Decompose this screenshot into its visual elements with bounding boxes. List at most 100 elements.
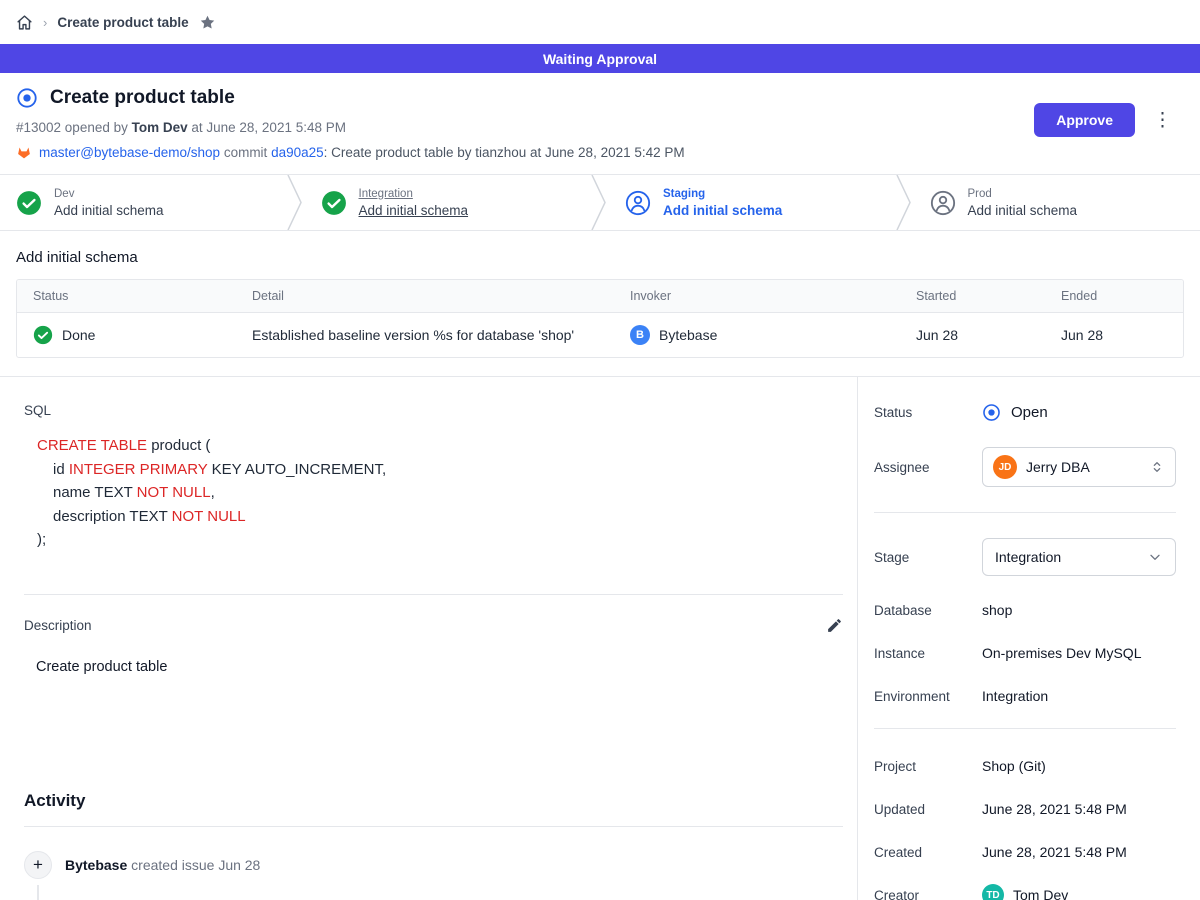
more-options-icon[interactable]: ⋮: [1149, 109, 1176, 132]
creator-value: TD Tom Dev: [982, 884, 1068, 900]
updated-value: June 28, 2021 5:48 PM: [982, 801, 1127, 817]
edit-pencil-icon[interactable]: [826, 617, 843, 634]
approve-button[interactable]: Approve: [1034, 103, 1135, 137]
open-status-icon: [982, 403, 1001, 422]
stage-label: Stage: [874, 550, 982, 565]
stage-integration[interactable]: Integration Add initial schema: [305, 175, 592, 230]
left-column: SQL CREATE TABLE product ( id INTEGER PR…: [0, 377, 857, 900]
approval-banner: Waiting Approval: [0, 44, 1200, 73]
instance-label: Instance: [874, 646, 982, 661]
divider: [874, 512, 1176, 513]
updated-label: Updated: [874, 802, 982, 817]
creator-name: Tom Dev: [1013, 887, 1068, 900]
invoker-name: Bytebase: [659, 327, 717, 343]
ended-cell: Jun 28: [1045, 315, 1183, 355]
main-content: SQL CREATE TABLE product ( id INTEGER PR…: [0, 376, 1200, 900]
project-value: Shop (Git): [982, 758, 1046, 774]
stage-task: Add initial schema: [663, 203, 782, 218]
breadcrumb-current[interactable]: Create product table: [57, 15, 188, 30]
stage-dev[interactable]: Dev Add initial schema: [0, 175, 287, 230]
activity-item: + Bytebase created issue Jun 28: [24, 851, 843, 879]
sql-label: SQL: [24, 403, 843, 418]
status-cell: Done: [17, 313, 236, 357]
chevron-right-icon: ›: [43, 15, 47, 30]
stage-task: Add initial schema: [54, 203, 164, 218]
check-circle-icon: [33, 325, 53, 345]
issue-author: Tom Dev: [132, 120, 188, 135]
task-table: Status Detail Invoker Started Ended Done…: [16, 279, 1184, 358]
task-heading: Add initial schema: [16, 249, 1184, 266]
status-value: Open: [982, 403, 1048, 422]
issue-sidebar: Status Open Assignee JD Jerry DBA: [857, 377, 1200, 900]
assignee-name: Jerry DBA: [1026, 459, 1090, 475]
task-section: Add initial schema Status Detail Invoker…: [0, 231, 1200, 376]
stage-name: Dev: [54, 188, 164, 200]
favorite-star-icon[interactable]: [199, 14, 216, 31]
stage-prod[interactable]: Prod Add initial schema: [914, 175, 1200, 230]
issue-meta: #13002 opened by Tom Dev at June 28, 202…: [16, 120, 1184, 135]
issue-opened-at: at June 28, 2021 5:48 PM: [188, 120, 346, 135]
check-circle-icon: [321, 190, 347, 216]
table-header-row: Status Detail Invoker Started Ended: [17, 280, 1183, 313]
detail-cell: Established baseline version %s for data…: [236, 315, 614, 355]
created-value: June 28, 2021 5:48 PM: [982, 844, 1127, 860]
started-cell: Jun 28: [900, 315, 1045, 355]
col-status: Status: [17, 280, 236, 312]
issue-open-icon: [16, 87, 38, 109]
divider: [24, 594, 843, 595]
stage-selected-value: Integration: [995, 549, 1061, 565]
activity-actor: Bytebase: [65, 857, 127, 873]
col-ended: Ended: [1045, 280, 1183, 312]
timeline-connector: [37, 885, 39, 900]
col-detail: Detail: [236, 280, 614, 312]
sql-code-block: CREATE TABLE product ( id INTEGER PRIMAR…: [37, 434, 843, 552]
plus-icon: +: [24, 851, 52, 879]
invoker-cell: B Bytebase: [614, 313, 900, 357]
bytebase-avatar: B: [630, 325, 650, 345]
col-started: Started: [900, 280, 1045, 312]
activity-heading: Activity: [24, 791, 843, 811]
col-invoker: Invoker: [614, 280, 900, 312]
commit-hash-link[interactable]: da90a25: [271, 145, 324, 160]
app-root: › Create product table Waiting Approval …: [0, 0, 1200, 900]
selector-updown-icon: [1149, 459, 1165, 475]
issue-id: #13002 opened by: [16, 120, 132, 135]
stage-name: Staging: [663, 188, 782, 200]
creator-avatar: TD: [982, 884, 1004, 900]
pipeline-stages: Dev Add initial schema Integration Add i…: [0, 174, 1200, 231]
home-icon[interactable]: [16, 14, 33, 31]
description-label: Description: [24, 618, 92, 633]
stage-staging[interactable]: Staging Add initial schema: [609, 175, 896, 230]
chevron-down-icon: [1147, 549, 1163, 565]
creator-label: Creator: [874, 888, 982, 900]
status-text: Done: [62, 327, 95, 343]
instance-value: On-premises Dev MySQL: [982, 645, 1141, 661]
breadcrumb: › Create product table: [0, 0, 1200, 44]
stage-separator-icon: [896, 175, 914, 230]
assignee-dropdown[interactable]: JD Jerry DBA: [982, 447, 1176, 487]
gitlab-icon: [16, 144, 32, 160]
check-circle-icon: [16, 190, 42, 216]
stage-separator-icon: [287, 175, 305, 230]
environment-value: Integration: [982, 688, 1048, 704]
assignee-avatar: JD: [993, 455, 1017, 479]
table-row: Done Established baseline version %s for…: [17, 313, 1183, 357]
user-circle-icon: [930, 190, 956, 216]
database-label: Database: [874, 603, 982, 618]
stage-select[interactable]: Integration: [982, 538, 1176, 576]
git-commit-line: master@bytebase-demo/shop commit da90a25…: [16, 144, 1184, 160]
created-label: Created: [874, 845, 982, 860]
git-branch-link[interactable]: master@bytebase-demo/shop: [39, 145, 220, 160]
commit-word: commit: [224, 145, 268, 160]
database-value: shop: [982, 602, 1012, 618]
divider: [24, 826, 843, 827]
project-label: Project: [874, 759, 982, 774]
stage-name: Integration: [359, 188, 469, 200]
stage-task: Add initial schema: [968, 203, 1078, 218]
stage-name: Prod: [968, 188, 1078, 200]
activity-action: created issue Jun 28: [127, 857, 260, 873]
assignee-label: Assignee: [874, 460, 982, 475]
page-title: Create product table: [50, 87, 235, 109]
status-label: Status: [874, 405, 982, 420]
stage-task: Add initial schema: [359, 203, 469, 218]
